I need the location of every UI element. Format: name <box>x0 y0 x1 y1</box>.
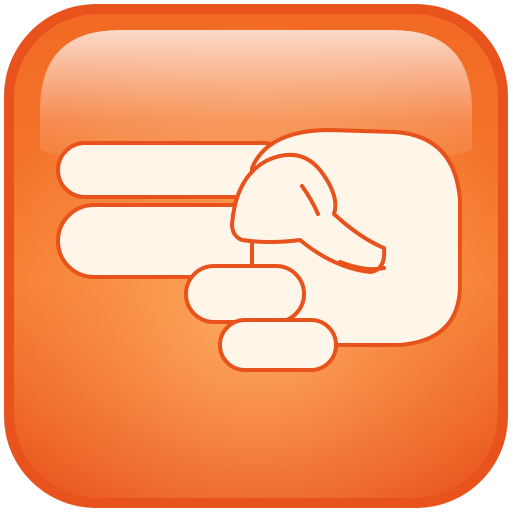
app-icon-canvas <box>0 0 512 512</box>
scissors-hand-gesture-icon[interactable] <box>0 0 512 512</box>
little-finger <box>218 318 338 372</box>
ring-finger <box>184 264 306 324</box>
